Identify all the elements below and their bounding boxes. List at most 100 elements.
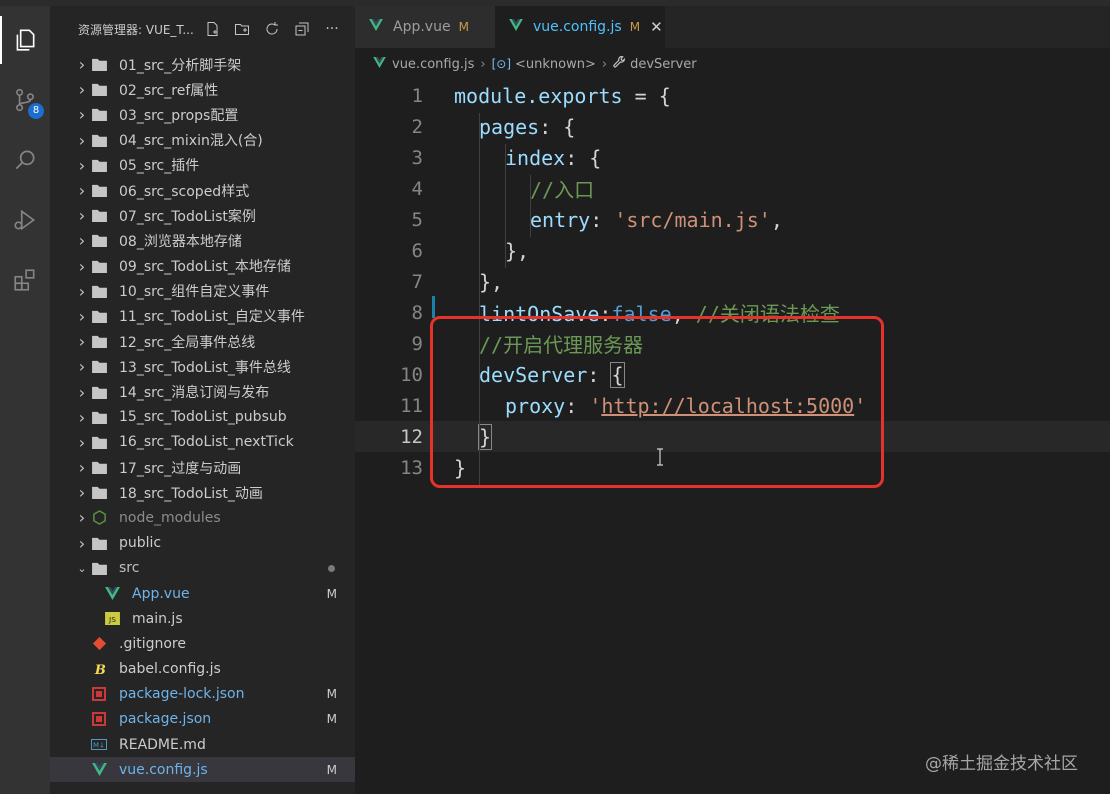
svg-text:M↓: M↓	[93, 742, 105, 750]
tree-file[interactable]: package.json M	[50, 707, 355, 732]
tree-folder[interactable]: › 11_src_TodoList_自定义事件	[50, 304, 355, 329]
chevron-right-icon[interactable]: ›	[76, 257, 88, 276]
vue-file-icon	[509, 19, 523, 35]
git-modified-badge: M	[326, 586, 337, 601]
chevron-right-icon[interactable]: ›	[76, 458, 88, 477]
activity-bar: 8	[0, 6, 50, 794]
tree-item-label: main.js	[132, 610, 183, 627]
tree-folder[interactable]: › node_modules	[50, 505, 355, 530]
tree-folder[interactable]: › 12_src_全局事件总线	[50, 329, 355, 354]
tree-folder[interactable]: › 03_src_props配置	[50, 102, 355, 127]
folder-icon	[91, 107, 107, 123]
extensions-icon[interactable]	[0, 256, 50, 304]
folder-icon	[91, 334, 107, 350]
tree-folder[interactable]: › 17_src_过度与动画	[50, 455, 355, 480]
chevron-right-icon[interactable]: ›	[76, 131, 88, 150]
refresh-icon[interactable]	[262, 20, 282, 38]
tree-item-label: public	[119, 535, 162, 552]
tree-folder[interactable]: › 13_src_TodoList_事件总线	[50, 354, 355, 379]
chevron-right-icon[interactable]: ›	[76, 282, 88, 301]
chevron-right-icon[interactable]: ›	[76, 357, 88, 376]
close-tab-icon[interactable]: ✕	[650, 18, 663, 36]
tree-item-label: 17_src_过度与动画	[119, 460, 242, 477]
more-actions-icon[interactable]: ···	[322, 20, 342, 38]
collapse-all-icon[interactable]	[292, 20, 312, 38]
chevron-right-icon[interactable]: ›	[76, 206, 88, 225]
indent-guide	[505, 144, 506, 268]
tab-modified-badge: M	[458, 20, 469, 34]
chevron-right-icon[interactable]: ›	[76, 156, 88, 175]
new-file-icon[interactable]	[202, 20, 222, 38]
tree-folder[interactable]: › 06_src_scoped样式	[50, 178, 355, 203]
folder-icon	[91, 384, 107, 400]
tree-file[interactable]: App.vue M	[50, 581, 355, 606]
chevron-right-icon[interactable]: ›	[76, 408, 88, 427]
tree-folder[interactable]: › 02_src_ref属性	[50, 77, 355, 102]
tree-folder[interactable]: › 16_src_TodoList_nextTick	[50, 430, 355, 455]
chevron-right-icon[interactable]: ›	[76, 231, 88, 250]
chevron-right-icon: ›	[480, 56, 486, 72]
tree-folder[interactable]: › public	[50, 531, 355, 556]
tab-bar: App.vue M vue.config.js M ✕	[355, 6, 1110, 48]
tab-app-vue[interactable]: App.vue M	[355, 6, 495, 48]
vue-file-icon	[373, 56, 386, 72]
tree-folder[interactable]: › 14_src_消息订阅与发布	[50, 379, 355, 404]
tree-item-label: babel.config.js	[119, 661, 221, 678]
tree-folder[interactable]: › 07_src_TodoList案例	[50, 203, 355, 228]
folder-icon	[91, 409, 107, 425]
svg-text:B: B	[93, 663, 105, 677]
text-cursor-icon	[656, 448, 666, 468]
tree-file[interactable]: Bbabel.config.js	[50, 657, 355, 682]
folder-icon	[91, 283, 107, 299]
search-icon[interactable]	[0, 136, 50, 184]
code-line: 3 index: {	[411, 145, 602, 170]
folder-icon	[91, 308, 107, 324]
tree-item-label: 05_src_插件	[119, 158, 200, 175]
vue-file-icon	[104, 586, 120, 602]
chevron-right-icon[interactable]: ›	[76, 105, 88, 124]
tab-modified-badge: M	[629, 20, 641, 34]
chevron-right-icon[interactable]: ›	[76, 80, 88, 99]
tree-file[interactable]: package-lock.json M	[50, 682, 355, 707]
chevron-right-icon[interactable]: ›	[76, 332, 88, 351]
tree-file[interactable]: .gitignore	[50, 631, 355, 656]
tree-folder[interactable]: › 08_浏览器本地存储	[50, 228, 355, 253]
folder-icon	[91, 560, 107, 576]
tree-folder[interactable]: › 01_src_分析脚手架	[50, 52, 355, 77]
tree-file[interactable]: JS main.js	[50, 606, 355, 631]
tab-vue-config-js[interactable]: vue.config.js M ✕	[495, 6, 665, 48]
chevron-right-icon[interactable]: ›	[76, 483, 88, 502]
git-modified-badge: M	[326, 712, 337, 727]
chevron-right-icon[interactable]: ›	[76, 181, 88, 200]
chevron-right-icon[interactable]: ›	[76, 55, 88, 74]
tree-file[interactable]: vue.config.js M	[50, 757, 355, 783]
breadcrumb-symbol[interactable]: <unknown>	[515, 57, 596, 72]
tree-folder[interactable]: › 05_src_插件	[50, 153, 355, 178]
tree-folder[interactable]: › 10_src_组件自定义事件	[50, 279, 355, 304]
explorer-sidebar: 资源管理器: VUE_T... ··· › 01_src_分析脚手架 › 02_src…	[50, 6, 355, 794]
tree-folder[interactable]: › 15_src_TodoList_pubsub	[50, 405, 355, 430]
explorer-icon[interactable]	[0, 16, 50, 64]
tree-folder[interactable]: › 18_src_TodoList_动画	[50, 480, 355, 505]
tree-item-label: 03_src_props配置	[119, 107, 239, 124]
wrench-icon	[613, 55, 626, 73]
chevron-right-icon[interactable]: ›	[76, 307, 88, 326]
new-folder-icon[interactable]	[232, 20, 252, 38]
tree-folder[interactable]: ⌄ src	[50, 556, 355, 581]
chevron-right-icon[interactable]: ›	[76, 383, 88, 402]
chevron-right-icon[interactable]: ›	[76, 433, 88, 452]
source-control-icon[interactable]: 8	[0, 76, 50, 124]
file-tree: › 01_src_分析脚手架 › 02_src_ref属性 › 03_src_props配…	[50, 52, 355, 783]
breadcrumb-property[interactable]: devServer	[630, 57, 697, 72]
tree-folder[interactable]: › 04_src_mixin混入(合)	[50, 128, 355, 153]
chevron-down-icon[interactable]: ⌄	[76, 562, 88, 575]
tree-file[interactable]: M↓ README.md	[50, 732, 355, 757]
run-debug-icon[interactable]	[0, 196, 50, 244]
chevron-right-icon[interactable]: ›	[76, 534, 88, 553]
tree-folder[interactable]: › 09_src_TodoList_本地存储	[50, 254, 355, 279]
code-line: 5 entry: 'src/main.js',	[411, 207, 783, 232]
folder-icon	[91, 157, 107, 173]
breadcrumb-file[interactable]: vue.config.js	[392, 57, 474, 72]
tree-item-label: package-lock.json	[119, 686, 245, 703]
chevron-right-icon[interactable]: ›	[76, 508, 88, 527]
